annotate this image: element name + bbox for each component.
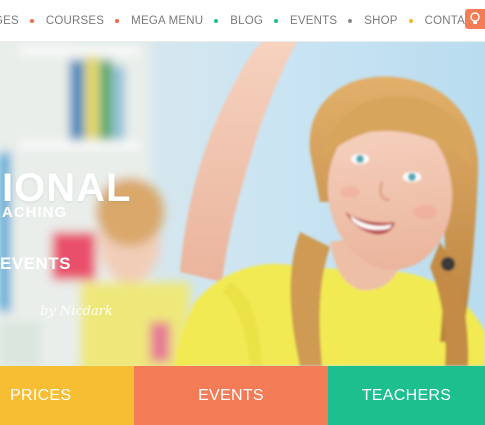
nav-item-courses[interactable]: COURSES [46,15,131,27]
nav-item-shop[interactable]: SHOP [364,15,424,27]
nav-separator-dot [214,18,219,23]
nav-item-mega-menu[interactable]: MEGA MENU [131,15,230,27]
hero-events-link[interactable]: EVENTS [0,254,71,274]
feature-bar: PRICES EVENTS TEACHERS [0,366,485,425]
nav-item-label: GES [0,14,19,27]
nav-item-label: EVENTS [290,14,338,27]
hero-signature: by Nicdark [40,304,113,319]
nav-item-events[interactable]: EVENTS [290,15,364,27]
top-navigation: GES COURSES MEGA MENU BLOG EVENTS SHOP C… [0,0,485,42]
feature-label: TEACHERS [361,386,452,404]
feature-teachers[interactable]: TEACHERS [328,366,485,425]
hero-slider: IONAL ACHING EVENTS by Nicdark [0,42,485,366]
header-action-button[interactable] [465,9,485,29]
lightbulb-icon [470,12,480,24]
feature-label: PRICES [10,386,72,404]
nav-item-pages[interactable]: GES [0,15,46,27]
feature-events[interactable]: EVENTS [134,366,328,425]
nav-item-label: MEGA MENU [131,14,204,27]
nav-item-label: COURSES [45,14,105,27]
nav-item-label: SHOP [364,14,398,27]
nav-separator-dot [115,18,120,23]
nav-separator-dot [348,18,353,23]
feature-label: EVENTS [198,386,264,404]
nav-separator-dot [408,18,413,23]
hero-subtitle: ACHING [2,204,68,221]
nav-separator-dot [274,18,279,23]
nav-item-blog[interactable]: BLOG [230,15,290,27]
feature-prices[interactable]: PRICES [0,366,134,425]
nav-item-label: BLOG [230,14,264,27]
nav-separator-dot [29,18,34,23]
